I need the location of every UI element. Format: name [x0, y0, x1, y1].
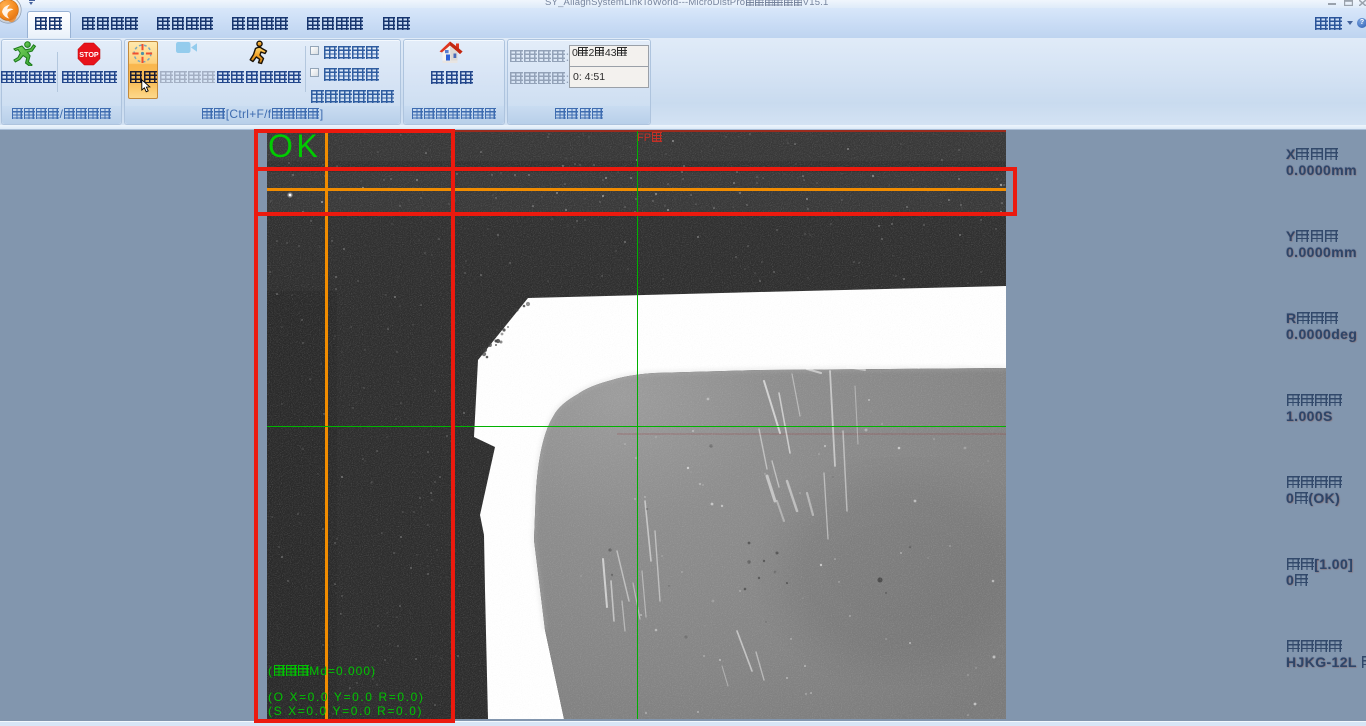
svg-text:STOP: STOP: [79, 50, 99, 59]
